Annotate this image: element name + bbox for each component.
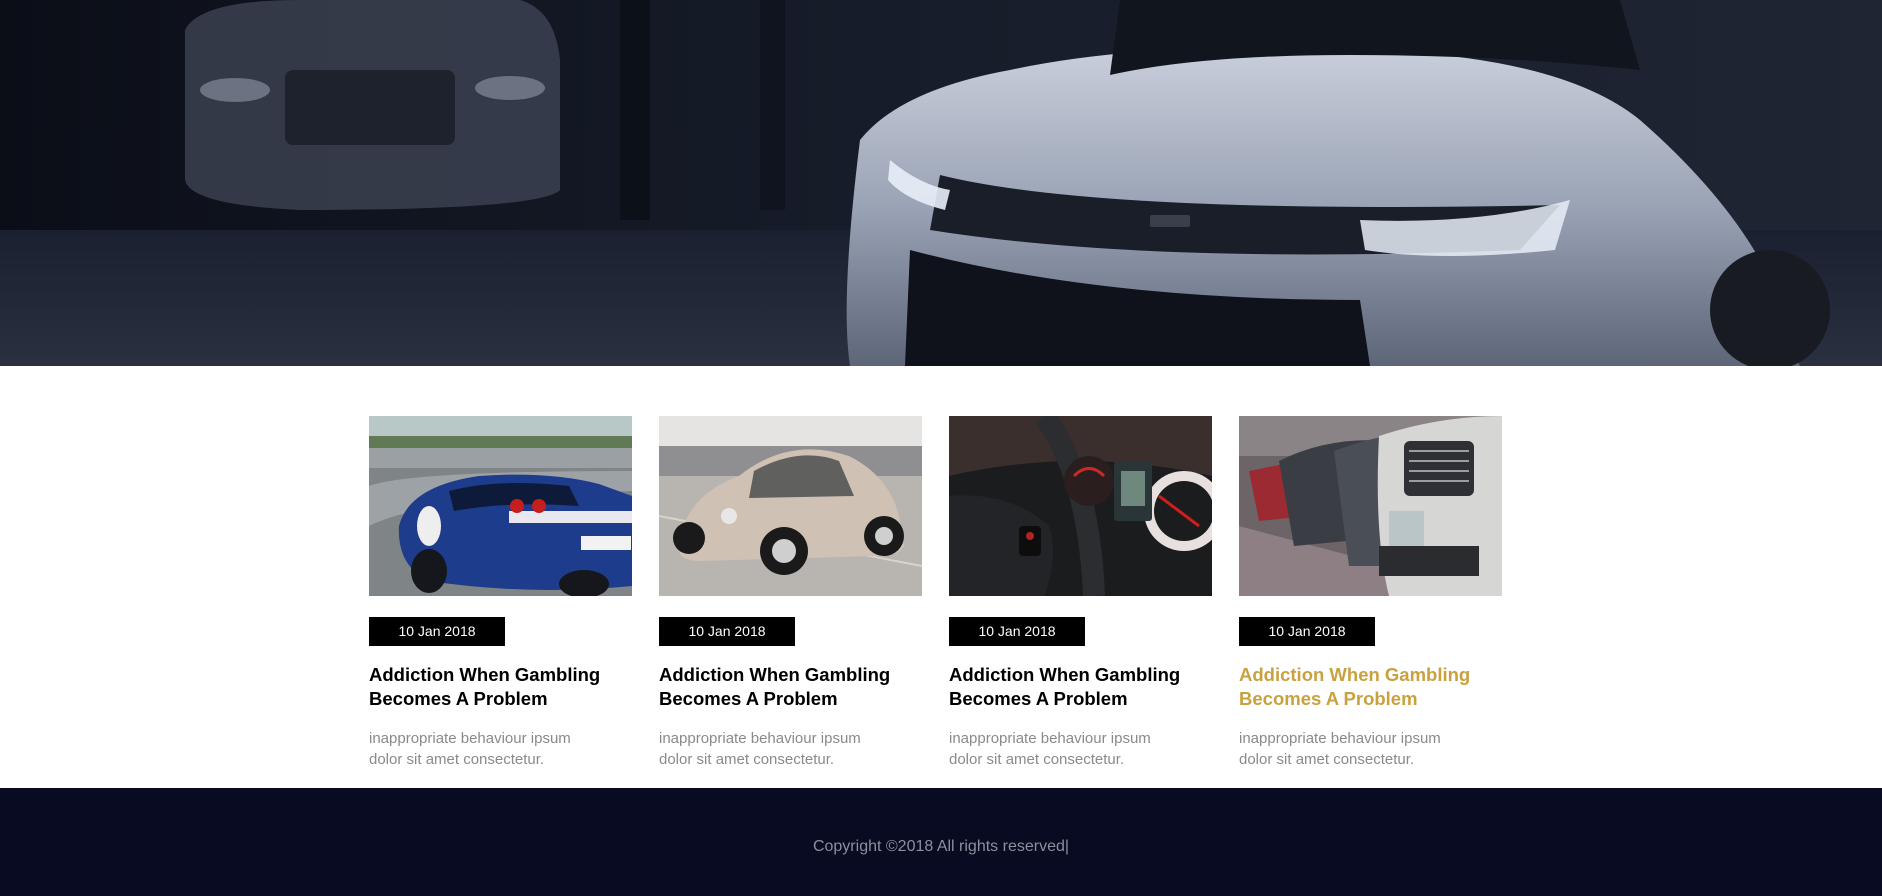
- vintage-beetle-image: [659, 416, 922, 596]
- post-thumbnail[interactable]: [659, 416, 922, 596]
- post-title-line[interactable]: Becomes A Problem: [369, 688, 548, 709]
- post-title-line[interactable]: Becomes A Problem: [949, 688, 1128, 709]
- copyright-text: Copyright ©2018 All rights reserved|: [812, 838, 1070, 855]
- site-footer: Copyright ©2018 All rights reserved|: [0, 788, 1882, 896]
- post-title[interactable]: Addiction When Gambling Becomes A Proble…: [659, 663, 922, 711]
- post-title-line[interactable]: Becomes A Problem: [1239, 688, 1418, 709]
- hero-car-image: [0, 0, 1882, 366]
- blog-card[interactable]: 10 Jan 2018 Addiction When Gambling Beco…: [369, 416, 632, 770]
- post-title[interactable]: Addiction When Gambling Becomes A Proble…: [369, 663, 632, 711]
- post-title-line[interactable]: Addiction When Gambling: [949, 664, 1180, 685]
- blog-card[interactable]: 10 Jan 2018 Addiction When Gambling Beco…: [949, 416, 1212, 770]
- post-title-line[interactable]: Addiction When Gambling: [659, 664, 890, 685]
- dashboard-steering-image: [949, 416, 1212, 596]
- post-date-badge: 10 Jan 2018: [949, 617, 1085, 646]
- post-date-badge: 10 Jan 2018: [1239, 617, 1375, 646]
- post-title-line[interactable]: Addiction When Gambling: [369, 664, 600, 685]
- blog-card[interactable]: 10 Jan 2018 Addiction When Gambling Beco…: [659, 416, 922, 770]
- hero-banner: [0, 0, 1882, 366]
- blue-race-car-image: [369, 416, 632, 596]
- post-excerpt: inappropriate behaviour ipsum dolor sit …: [369, 730, 571, 768]
- post-title[interactable]: Addiction When Gambling Becomes A Proble…: [1239, 663, 1502, 711]
- post-excerpt: inappropriate behaviour ipsum dolor sit …: [949, 730, 1151, 768]
- post-date-badge: 10 Jan 2018: [659, 617, 795, 646]
- post-title-line[interactable]: Addiction When Gambling: [1239, 664, 1470, 685]
- post-thumbnail[interactable]: [949, 416, 1212, 596]
- post-thumbnail[interactable]: [369, 416, 632, 596]
- blog-card[interactable]: 10 Jan 2018 Addiction When Gambling Beco…: [1239, 416, 1502, 770]
- post-title[interactable]: Addiction When Gambling Becomes A Proble…: [949, 663, 1212, 711]
- post-thumbnail[interactable]: [1239, 416, 1502, 596]
- post-date-badge: 10 Jan 2018: [369, 617, 505, 646]
- blog-post-list: 10 Jan 2018 Addiction When Gambling Beco…: [369, 416, 1503, 776]
- post-title-line[interactable]: Becomes A Problem: [659, 688, 838, 709]
- post-excerpt: inappropriate behaviour ipsum dolor sit …: [659, 730, 861, 768]
- parked-cars-row-image: [1239, 416, 1502, 596]
- post-excerpt: inappropriate behaviour ipsum dolor sit …: [1239, 730, 1441, 768]
